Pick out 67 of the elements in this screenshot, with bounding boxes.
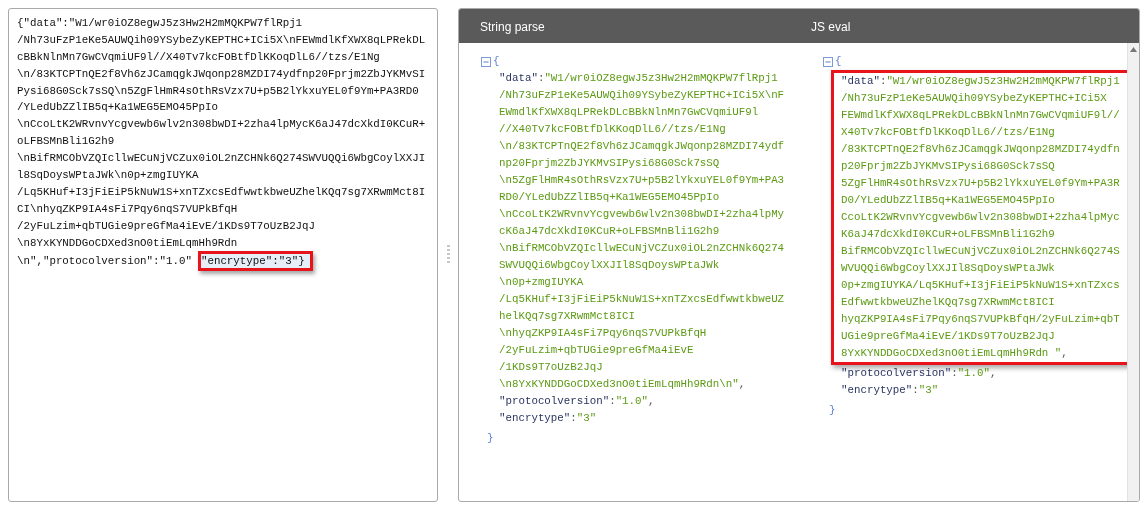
code-line: \n/83KTCPTnQE2f8Vh6zJCamqgkJWqonp28MZDI74ydf <box>499 139 786 154</box>
code-line: \nhyqZKP9IA4sFi7Pqy6nqS7VUPkBfqH <box>499 326 708 341</box>
code-line: CcoLtK2WRvnvYcgvewb6wlv2n308bwDI+2zha4lpMyc <box>841 210 1121 225</box>
code-line: //X40Tv7kcFOBtfDlKKoqDlL6//tzs/E1Ng <box>499 122 727 137</box>
code-line: \n/83KTCPTnQE2f8Vh6zJCamqgkJWqonp28MZDI74ydfnp20Fprjm2ZbJYKMvSI <box>17 66 427 82</box>
code-line: \n8YxKYNDDGoCDXed3nO0tiEmLqmHh9Rdn <box>17 235 239 251</box>
code-line: /Nh73uFzP1eKe5AUWQih09YSybeZyKEPTHC+ICi5X\nFEWmdlKfXWX8qLPRekDL <box>17 32 427 48</box>
collapse-icon[interactable] <box>823 56 833 67</box>
code-line: Pysi68G0Sck7sSQ\n5ZgFlHmR4sOthRsVzx7U+p5B2lYkxuYEL0f9Ym+PA3RD0 <box>17 83 420 99</box>
brace: } <box>487 432 494 444</box>
code-line: \n8YxKYNDDGoCDXed3nO0tiEmLqmHh9Rdn\n", <box>499 377 747 392</box>
column-title: String parse <box>480 20 545 34</box>
brace: } <box>829 404 836 416</box>
collapse-icon[interactable] <box>481 56 491 67</box>
code-line: \nBifRMCObVZQIcllwECuNjVCZux0iOL2nZCHNk6Q274SWVUQQi6WbgCoylXXJI <box>17 151 427 167</box>
code-line: /2yFuLzim+qbTUGie9preGfMa4iEvE <box>499 343 695 358</box>
code-line: SWVUQQi6WbgCoylXXJIl8SqDoysWPtaJWk <box>499 258 721 273</box>
code-line: "encrytype":"3" <box>841 383 940 398</box>
code-line: \n5ZgFlHmR4sOthRsVzx7U+p5B2lYkxuYEL0f9Ym+PA3 <box>499 173 786 188</box>
code-line: hyqZKP9IA4sFi7Pqy6nqS7VUPkBfqH/2yFuLzim+qbT <box>841 312 1121 327</box>
brace: { <box>835 54 842 69</box>
code-line: "protocolversion":"1.0", <box>841 366 998 381</box>
code-line: /Nh73uFzP1eKe5AUWQih09YSybeZyKEPTHC+ICi5X\nF <box>499 88 786 103</box>
code-line: 5ZgFlHmR4sOthRsVzx7U+p5B2lYkxuYEL0f9Ym+PA3R <box>841 176 1121 191</box>
resize-handle[interactable] <box>446 245 450 265</box>
brace: { <box>493 54 500 69</box>
code-line: \n0p+zmgIUYKA <box>499 275 585 290</box>
code-line: l8SqDoysWPtaJWk\n0p+zmgIUYKA <box>17 168 200 183</box>
column-title: JS eval <box>811 20 851 34</box>
scroll-up-icon[interactable] <box>1130 47 1137 52</box>
code-line: EWmdlKfXWX8qLPRekDLcBBkNlnMn7GwCVqmiUF9l <box>499 105 760 120</box>
code-line: CI\nhyqZKP9IA4sFi7Pqy6nqS7VUPkBfqH <box>17 201 239 217</box>
code-line: K6aJ47dcXkdI0KCuR+oLFBSMnBli1G2h9 <box>841 227 1056 242</box>
code-line: X40Tv7kcFOBtfDlKKoqDlL6//tzs/E1Ng <box>841 125 1056 140</box>
code-line: /Nh73uFzP1eKe5AUWQih09YSybeZyKEPTHC+ICi5X <box>841 91 1108 106</box>
code-line: /YLedUbZZlIB5q+Ka1WEG5EMO45PpIo <box>17 100 219 116</box>
code-line: UGie9preGfMa4iEvE/1KDs9T7oUzB2JqJ <box>841 329 1056 344</box>
code-line: oLFBSMnBli1G2h9 <box>17 134 116 150</box>
code-line: \nCcoLtK2WRvnvYcgvewb6wlv2n308bwDI+2zha4lpMy <box>499 207 786 222</box>
code-line: /Lq5KHuf+I3jFiEiP5kNuW1S+xnTZxcsEdfwwtkbweUZ <box>499 292 786 307</box>
code-line: BifRMCObVZQIcllwECuNjVCZux0iOL2nZCHNk6Q274S <box>841 244 1121 259</box>
code-line: "data":"W1/wr0iOZ8egwJ5z3Hw2H2mMQKPW7flRpj1 <box>841 74 1121 89</box>
code-line: cBBkNlnMn7GwCVqmiUF9l//X40Tv7kcFOBtfDlKKoqDlL6//tzs/E1Ng <box>17 49 381 65</box>
code-line: /2yFuLzim+qbTUGie9preGfMa4iEvE/1KDs9T7oUzB2JqJ <box>17 218 317 234</box>
code-line: /83KTCPTnQE2f8Vh6zJCamqgkJWqonp28MZDI74ydfn <box>841 142 1121 157</box>
code-line: EdfwwtkbweUZhelKQq7sg7XRwmMct8ICI <box>841 295 1056 310</box>
code-line: "data":"W1/wr0iOZ8egwJ5z3Hw2H2mMQKPW7flRpj1 <box>499 71 779 86</box>
code-line: p20Fprjm2ZbJYKMvSIPysi68G0Sck7sSQ <box>841 159 1056 174</box>
code-line: "protocolversion":"1.0", <box>499 394 656 409</box>
code-line: np20Fprjm2ZbJYKMvSIPysi68G0Sck7sSQ <box>499 156 721 171</box>
code-line: helKQq7sg7XRwmMct8ICI <box>499 309 637 324</box>
code-line: "encrytype":"3" <box>499 411 598 426</box>
code-line: 8YxKYNDDGoCDXed3nO0tiEmLqmHh9Rdn ", <box>841 346 1069 361</box>
code-line: {"data":"W1/wr0iOZ8egwJ5z3Hw2H2mMQKPW7flRpj1 <box>17 16 304 31</box>
code-line: \n","protocolversion":"1.0" <box>17 254 192 269</box>
code-line: \nCcoLtK2WRvnvYcgvewb6wlv2n308bwDI+2zha4lpMycK6aJ47dcXkdI0KCuR+ <box>17 117 427 133</box>
code-line: cK6aJ47dcXkdI0KCuR+oLFBSMnBli1G2h9 <box>499 224 721 239</box>
scrollbar[interactable] <box>1127 43 1139 501</box>
code-line: FEWmdlKfXWX8qLPRekDLcBBkNlnMn7GwCVqmiUF9l// <box>841 108 1121 123</box>
code-line: /Lq5KHuf+I3jFiEiP5kNuW1S+xnTZxcsEdfwwtkbweUZhelKQq7sg7XRwmMct8I <box>17 184 427 200</box>
code-line: D0/YLedUbZZlIB5q+Ka1WEG5EMO45PpIo <box>841 193 1056 208</box>
code-line: WVUQQi6WbgCoylXXJIl8SqDoysWPtaJWk <box>841 261 1056 276</box>
highlighted-text: "encrytype":"3"} <box>197 251 313 272</box>
code-line: \nBifRMCObVZQIcllwECuNjVCZux0iOL2nZCHNk6Q274 <box>499 241 786 256</box>
code-line: 0p+zmgIUYKA/Lq5KHuf+I3jFiEiP5kNuW1S+xnTZxcs <box>841 278 1121 293</box>
code-line: RD0/YLedUbZZlIB5q+Ka1WEG5EMO45PpIo <box>499 190 721 205</box>
code-line: /1KDs9T7oUzB2JqJ <box>499 360 604 375</box>
